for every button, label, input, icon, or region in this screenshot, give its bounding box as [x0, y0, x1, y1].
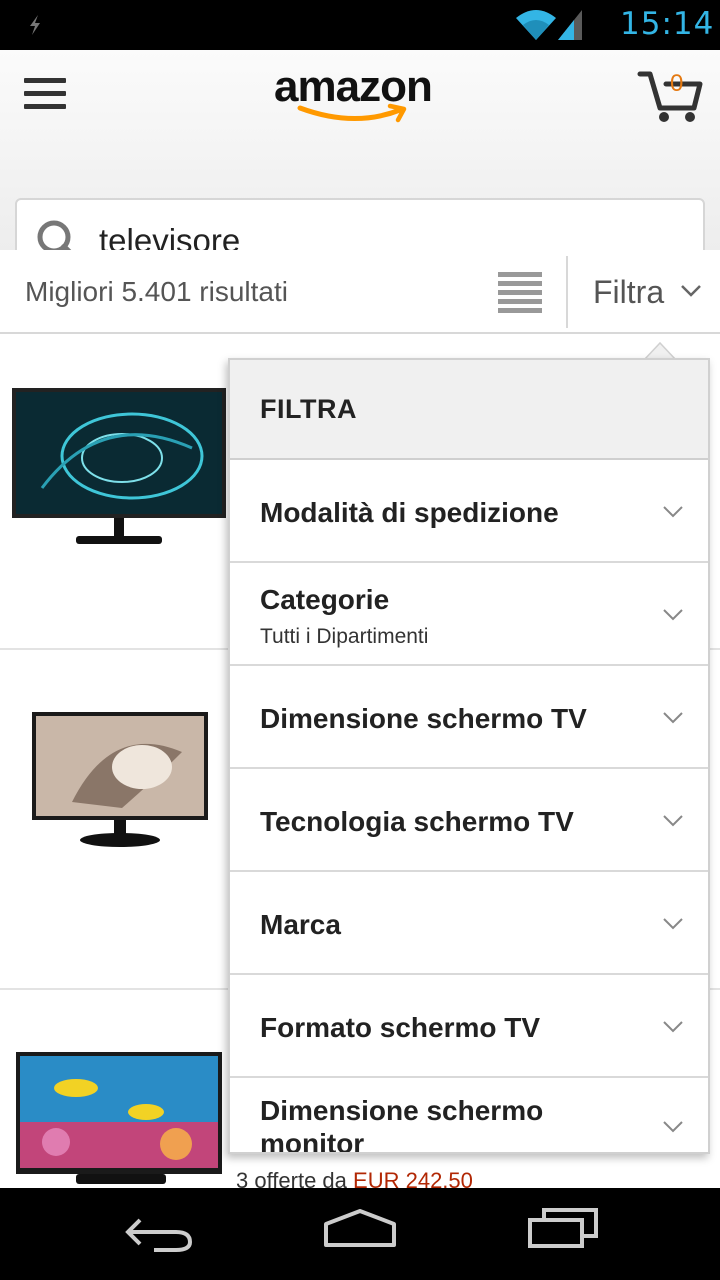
- filter-row-tv-screen-size[interactable]: Dimensione schermo TV: [230, 666, 708, 769]
- results-bar: Migliori 5.401 risultati Filtra: [0, 250, 720, 334]
- divider: [566, 256, 568, 328]
- home-icon[interactable]: [322, 1208, 398, 1248]
- amazon-logo[interactable]: amazon: [274, 62, 444, 132]
- results-count: Migliori 5.401 risultati: [25, 276, 288, 307]
- filter-row-label: Marca: [260, 909, 341, 940]
- filter-button[interactable]: Filtra: [593, 274, 664, 311]
- wifi-icon: [516, 10, 556, 40]
- usb-debug-icon: [30, 15, 40, 35]
- chevron-down-icon: [663, 1121, 683, 1133]
- chevron-down-icon: [663, 815, 683, 827]
- filter-row-categories[interactable]: Categorie Tutti i Dipartimenti: [230, 563, 708, 666]
- filter-row-label: Dimensione schermo monitor: [260, 1095, 544, 1154]
- cart-count: 0: [670, 70, 684, 97]
- filter-row-label: Dimensione schermo TV: [260, 703, 587, 734]
- filter-row-label: Formato schermo TV: [260, 1012, 541, 1043]
- filter-row-shipping[interactable]: Modalità di spedizione: [230, 460, 708, 563]
- signal-icon: [558, 10, 582, 40]
- chevron-down-icon: [663, 1021, 683, 1033]
- chevron-down-icon: [663, 712, 683, 724]
- filter-panel-title: FILTRA: [260, 394, 357, 424]
- filter-row-tv-screen-tech[interactable]: Tecnologia schermo TV: [230, 769, 708, 872]
- product-image[interactable]: [12, 388, 226, 552]
- navigation-bar: [0, 1188, 720, 1280]
- menu-icon[interactable]: [24, 78, 68, 116]
- list-view-icon[interactable]: [498, 272, 542, 313]
- filter-panel: FILTRA Modalità di spedizione Categorie …: [228, 358, 710, 1154]
- filter-row-tv-screen-format[interactable]: Formato schermo TV: [230, 975, 708, 1078]
- filter-row-value: Tutti i Dipartimenti: [260, 625, 429, 648]
- filter-panel-header: FILTRA: [230, 360, 708, 460]
- filter-row-label: Modalità di spedizione: [260, 497, 559, 528]
- filter-row-brand[interactable]: Marca: [230, 872, 708, 975]
- status-bar: 15:14: [0, 0, 720, 50]
- chevron-down-icon[interactable]: [680, 284, 702, 298]
- filter-row-label: Tecnologia schermo TV: [260, 806, 574, 837]
- product-image[interactable]: [32, 712, 208, 852]
- recent-apps-icon[interactable]: [526, 1206, 600, 1248]
- back-icon[interactable]: [124, 1214, 194, 1252]
- chevron-down-icon: [663, 506, 683, 518]
- clock: 15:14: [620, 6, 715, 42]
- filter-row-monitor-screen-size[interactable]: Dimensione schermo monitor: [230, 1078, 708, 1154]
- chevron-down-icon: [663, 609, 683, 621]
- filter-row-label: Categorie: [260, 584, 390, 615]
- logo-smile-icon: [297, 103, 407, 123]
- product-image[interactable]: [16, 1052, 222, 1188]
- chevron-down-icon: [663, 918, 683, 930]
